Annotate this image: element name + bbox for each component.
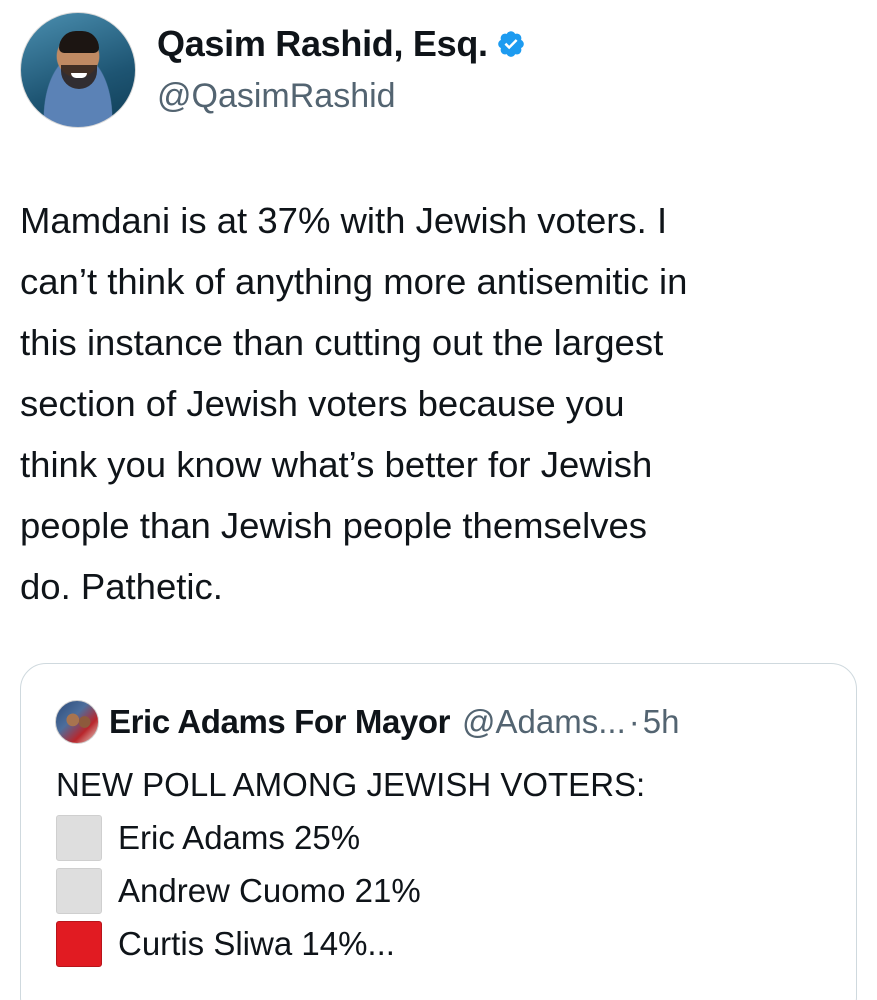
quoted-author-handle[interactable]: @Adams... <box>462 703 626 741</box>
tweet-text: Mamdani is at 37% with Jewish voters. I … <box>20 200 688 607</box>
poll-headline: NEW POLL AMONG JEWISH VOTERS: <box>56 766 646 803</box>
empty-box-icon <box>56 814 102 861</box>
quoted-tweet-body: NEW POLL AMONG JEWISH VOTERS: Eric Adams… <box>56 758 846 970</box>
poll-item-label: Curtis Sliwa 14%... <box>118 925 395 962</box>
author-names: Qasim Rashid, Esq. @QasimRashid <box>157 22 526 118</box>
verified-badge-icon[interactable] <box>496 29 526 59</box>
poll-item-label: Andrew Cuomo 21% <box>118 872 421 909</box>
poll-item: Curtis Sliwa 14%... <box>56 917 846 970</box>
quoted-author-name[interactable]: Eric Adams For Mayor <box>109 703 450 741</box>
author-display-name[interactable]: Qasim Rashid, Esq. <box>157 22 488 66</box>
red-square-icon <box>56 920 102 967</box>
author-avatar[interactable] <box>20 12 136 128</box>
quoted-author-avatar[interactable] <box>55 700 99 744</box>
quoted-timestamp[interactable]: 5h <box>643 703 680 741</box>
quoted-tweet[interactable]: Eric Adams For Mayor @Adams... · 5h NEW … <box>20 663 857 1000</box>
quoted-tweet-header: Eric Adams For Mayor @Adams... · 5h <box>55 700 679 744</box>
tweet-card[interactable]: Qasim Rashid, Esq. @QasimRashid Mamdani … <box>0 0 877 1000</box>
poll-item: Eric Adams 25% <box>56 811 846 864</box>
poll-item-label: Eric Adams 25% <box>118 819 361 856</box>
author-handle[interactable]: @QasimRashid <box>157 74 526 118</box>
quoted-separator: · <box>628 703 640 740</box>
poll-item: Andrew Cuomo 21% <box>56 864 846 917</box>
tweet-header: Qasim Rashid, Esq. @QasimRashid <box>20 12 526 128</box>
empty-box-icon <box>56 867 102 914</box>
author-name-row: Qasim Rashid, Esq. <box>157 22 526 66</box>
